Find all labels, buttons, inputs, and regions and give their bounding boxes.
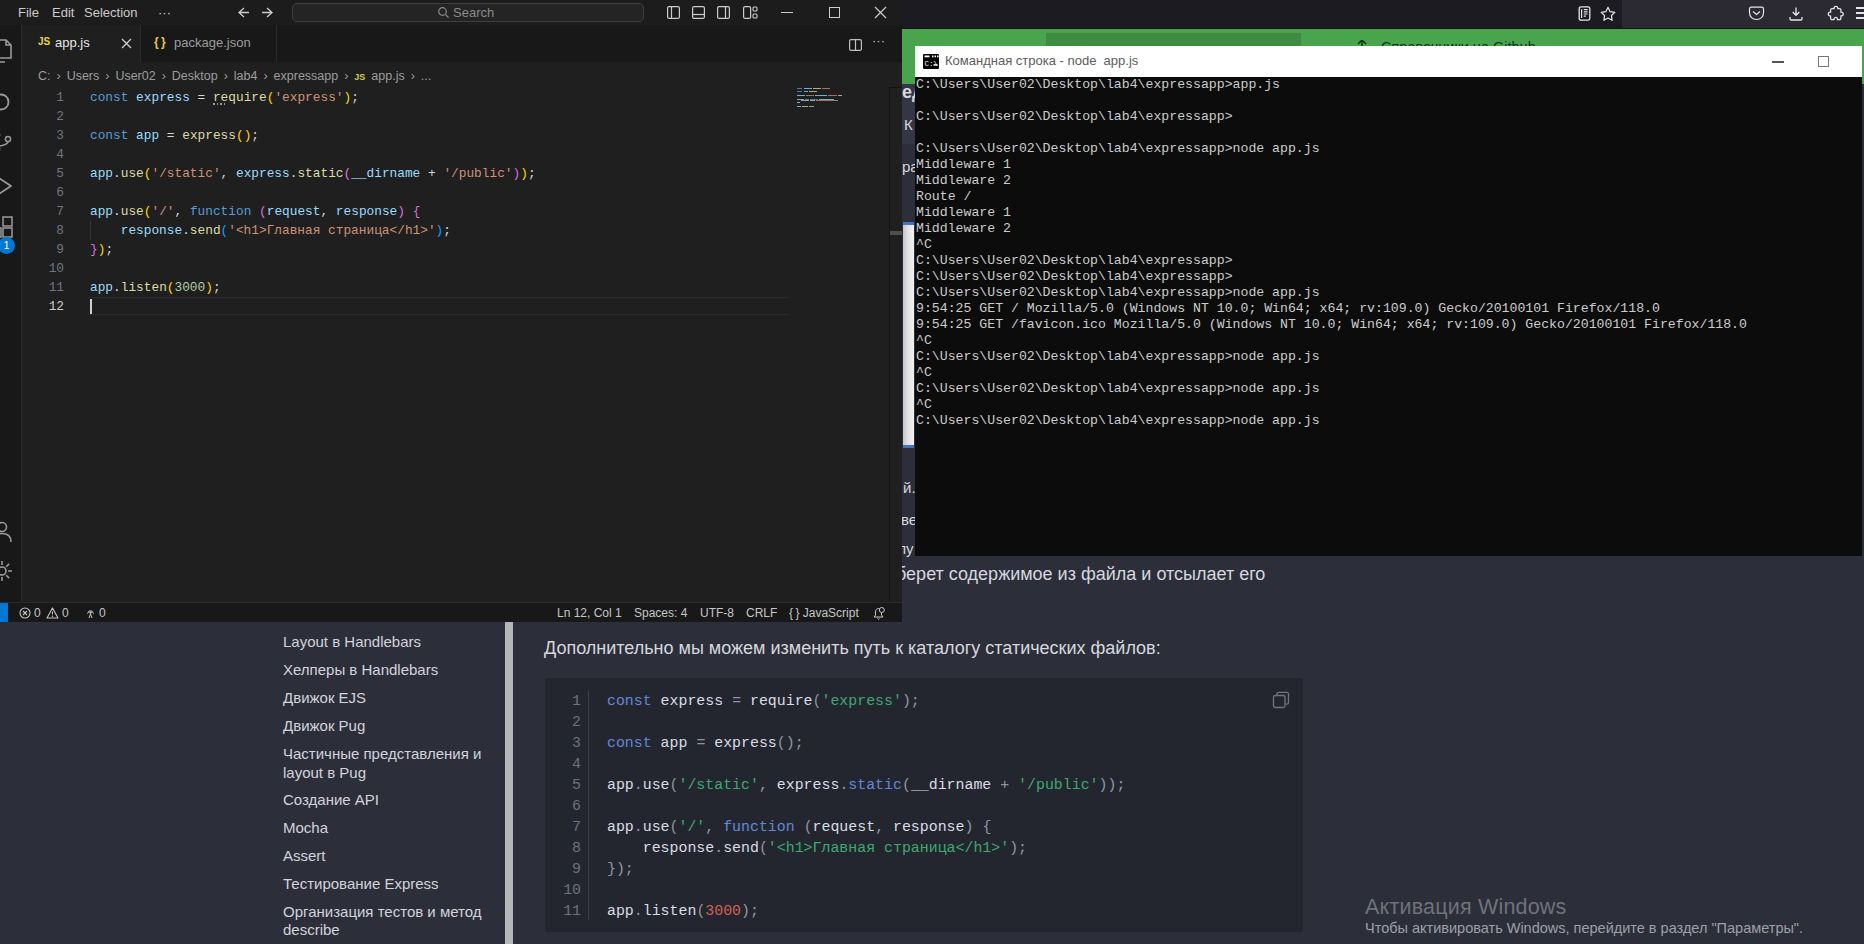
svg-text:C:\: C:\ [925,60,939,68]
